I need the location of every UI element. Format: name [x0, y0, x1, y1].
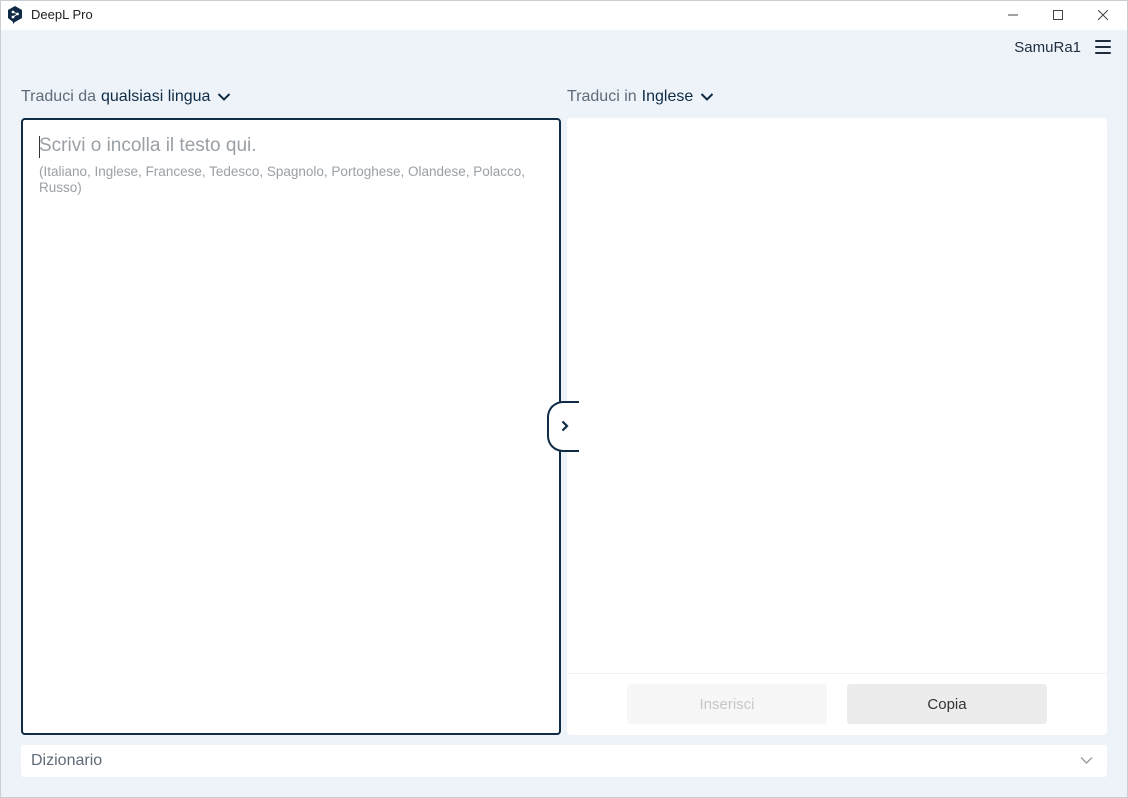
- target-language-value: Inglese: [641, 88, 694, 105]
- target-divider: [567, 673, 1107, 674]
- dictionary-label: Dizionario: [31, 752, 103, 769]
- app-title: DeepL Pro: [31, 7, 93, 22]
- chevron-right-icon: [561, 420, 569, 432]
- chevron-down-icon: [701, 93, 714, 101]
- title-bar: DeepL Pro: [0, 0, 1128, 30]
- chevron-down-icon: [218, 93, 231, 101]
- copy-button[interactable]: Copia: [847, 684, 1047, 724]
- deepl-logo-icon: [8, 6, 22, 24]
- close-icon: [1098, 10, 1108, 20]
- source-placeholder: Scrivi o incolla il testo qui.: [39, 135, 257, 156]
- chevron-down-icon: [1080, 756, 1093, 765]
- target-language-selector[interactable]: Traduci in Inglese: [567, 88, 714, 106]
- source-language-prefix: Traduci da: [21, 88, 96, 105]
- minimize-icon: [1008, 14, 1018, 16]
- minimize-button[interactable]: [990, 0, 1036, 30]
- hamburger-menu-icon[interactable]: [1095, 40, 1111, 54]
- maximize-icon: [1053, 10, 1063, 20]
- maximize-button[interactable]: [1035, 0, 1081, 30]
- source-language-selector[interactable]: Traduci da qualsiasi lingua: [21, 88, 231, 106]
- close-button[interactable]: [1080, 0, 1126, 30]
- source-language-value: qualsiasi lingua: [101, 88, 211, 105]
- source-text-input[interactable]: Scrivi o incolla il testo qui. (Italiano…: [21, 118, 561, 735]
- target-text-output[interactable]: Inserisci Copia: [567, 118, 1107, 735]
- dictionary-panel[interactable]: Dizionario: [21, 745, 1107, 777]
- supported-languages-hint: (Italiano, Inglese, Francese, Tedesco, S…: [39, 164, 526, 195]
- target-language-prefix: Traduci in: [567, 88, 637, 105]
- account-username[interactable]: SamuRa1: [1014, 39, 1081, 56]
- insert-button[interactable]: Inserisci: [627, 684, 827, 724]
